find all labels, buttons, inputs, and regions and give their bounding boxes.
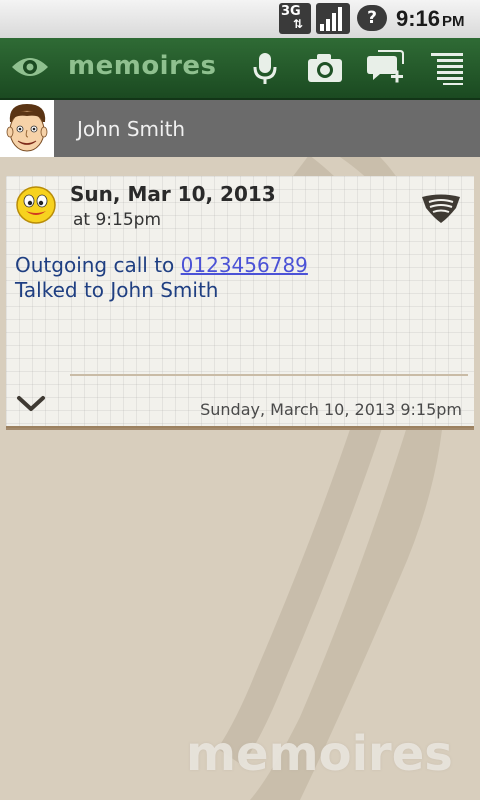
phone-number-link[interactable]: 0123456789 (181, 253, 308, 277)
memory-card[interactable]: Sun, Mar 10, 2013 at 9:15pm Outgoing cal… (6, 176, 474, 428)
battery-unknown-icon: ? (357, 5, 387, 31)
chevron-down-icon[interactable] (16, 394, 46, 414)
smiley-emoji-icon (16, 186, 56, 224)
call-line: Outgoing call to 0123456789 (15, 253, 308, 278)
camera-icon[interactable] (306, 50, 344, 86)
talk-line: Talked to John Smith (15, 278, 219, 302)
microphone-icon[interactable] (246, 50, 284, 86)
memoires-badge-icon[interactable] (420, 194, 462, 224)
status-time: 9:16 PM (396, 6, 465, 32)
card-timestamp: Sunday, March 10, 2013 9:15pm (200, 400, 462, 419)
contact-header[interactable]: John Smith (0, 100, 480, 157)
signal-strength-icon (316, 3, 350, 34)
call-line-prefix: Outgoing call to (15, 253, 181, 277)
status-bar: 3G ⇅ ? 9:16 PM (0, 0, 480, 39)
status-time-value: 9:16 (396, 6, 441, 31)
network-3g-icon: 3G ⇅ (279, 3, 311, 34)
status-time-ampm: PM (442, 13, 465, 30)
watermark-logo: memoires (186, 726, 453, 782)
avatar (0, 100, 54, 157)
card-time: at 9:15pm (73, 210, 162, 230)
app-bar: memoires (0, 38, 480, 100)
new-message-icon[interactable] (366, 50, 404, 86)
app-title: memoires (68, 51, 217, 81)
card-body: Outgoing call to 0123456789 Talked to Jo… (15, 253, 308, 303)
divider (70, 374, 468, 376)
menu-icon[interactable] (428, 50, 466, 86)
cartoon-face-icon (6, 104, 48, 152)
card-date: Sun, Mar 10, 2013 (70, 182, 276, 206)
contact-name: John Smith (77, 117, 186, 141)
eye-icon[interactable] (10, 52, 50, 82)
